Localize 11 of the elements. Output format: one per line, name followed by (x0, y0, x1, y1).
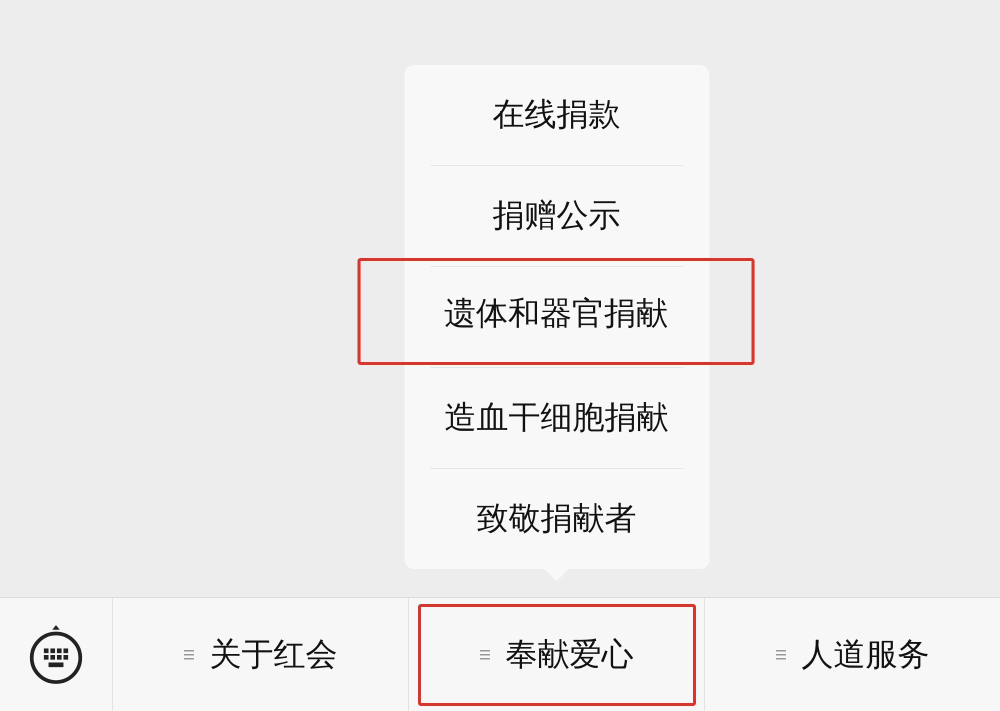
submenu-item[interactable]: 在线捐款 (404, 65, 709, 165)
menu-tab[interactable]: 奉献爱心 (418, 604, 696, 706)
submenu-item[interactable]: 遗体和器官捐献 (358, 258, 754, 364)
submenu-item[interactable]: 造血干细胞捐献 (404, 368, 709, 468)
menu-tab[interactable]: 人道服务 (714, 604, 992, 706)
menu-tab[interactable]: 关于红会 (122, 604, 400, 706)
submenu-item[interactable]: 致敬捐献者 (404, 469, 709, 569)
menu-icon (776, 648, 786, 660)
menu-icon (480, 648, 490, 660)
keyboard-icon[interactable] (28, 624, 84, 686)
menu-icon (184, 648, 194, 660)
